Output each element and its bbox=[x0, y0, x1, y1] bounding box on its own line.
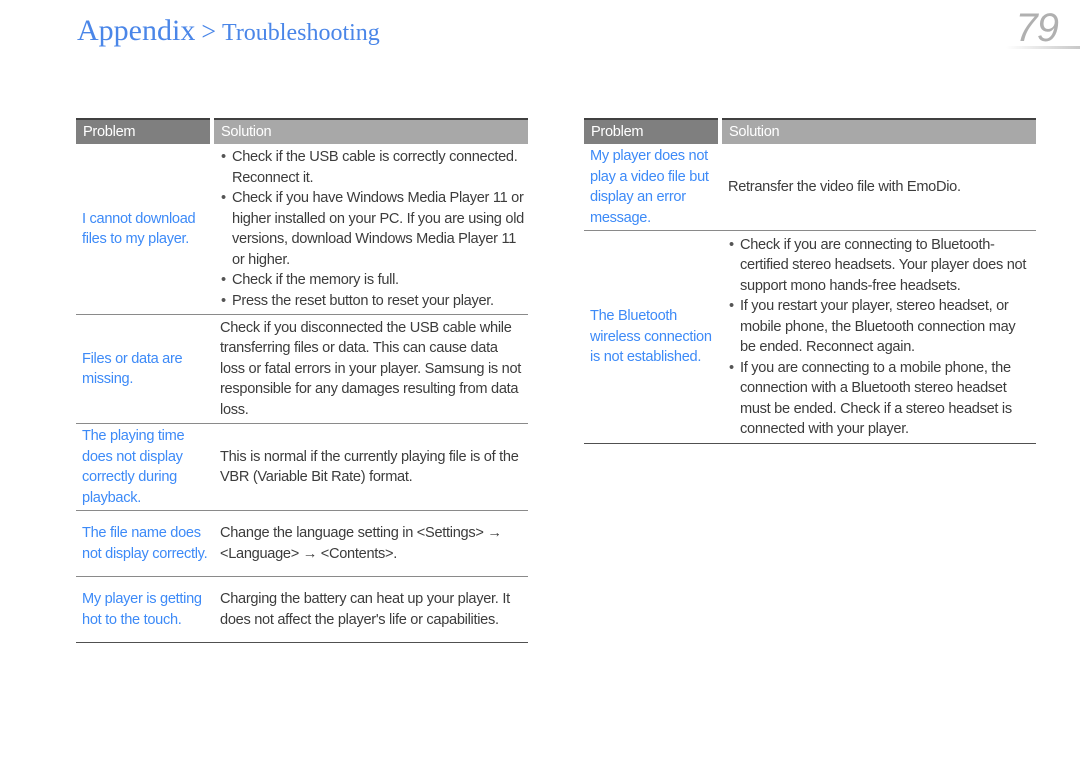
table-row: My player does not play a video file but… bbox=[584, 144, 1036, 231]
problem-cell: My player does not play a video file but… bbox=[584, 144, 720, 231]
subsection-title: Troubleshooting bbox=[222, 20, 380, 46]
solution-bullets: Check if you are connecting to Bluetooth… bbox=[728, 235, 1032, 440]
bullet-item: Check if you have Windows Media Player 1… bbox=[220, 188, 524, 270]
page-number-rule bbox=[1006, 46, 1080, 49]
solution-cell: Change the language setting in <Settings… bbox=[212, 510, 528, 577]
problem-cell: I cannot download files to my player. bbox=[76, 144, 212, 315]
bullet-item: If you are connecting to a mobile phone,… bbox=[728, 358, 1032, 440]
page-number: 79 bbox=[1015, 6, 1059, 50]
problem-cell: The Bluetooth wireless connection is not… bbox=[584, 230, 720, 444]
solution-cell: Check if the USB cable is correctly conn… bbox=[212, 144, 528, 315]
solution-bullets: Check if the USB cable is correctly conn… bbox=[220, 147, 524, 311]
problem-cell: My player is getting hot to the touch. bbox=[76, 576, 212, 643]
header-solution: Solution bbox=[212, 118, 528, 144]
troubleshooting-table-left: Problem Solution I cannot download files… bbox=[76, 118, 528, 643]
problem-cell: Files or data are missing. bbox=[76, 314, 212, 424]
problem-cell: The file name does not display correctly… bbox=[76, 510, 212, 577]
solution-cell: Check if you are connecting to Bluetooth… bbox=[720, 230, 1036, 444]
table-row: The Bluetooth wireless connection is not… bbox=[584, 230, 1036, 444]
page-title: Appendix > Troubleshooting bbox=[77, 14, 380, 48]
solution-cell: Retransfer the video file with EmoDio. bbox=[720, 144, 1036, 231]
table-row: The playing time does not display correc… bbox=[76, 423, 528, 511]
table-header-row: Problem Solution bbox=[76, 118, 528, 144]
troubleshooting-table-right: Problem Solution My player does not play… bbox=[584, 118, 1036, 444]
header-problem: Problem bbox=[76, 118, 214, 144]
table-header-row: Problem Solution bbox=[584, 118, 1036, 144]
bullet-item: Check if the memory is full. bbox=[220, 270, 524, 291]
table-row: Files or data are missing. Check if you … bbox=[76, 314, 528, 424]
table-row: My player is getting hot to the touch. C… bbox=[76, 576, 528, 643]
table-row: The file name does not display correctly… bbox=[76, 510, 528, 577]
solution-cell: This is normal if the currently playing … bbox=[212, 423, 528, 511]
bullet-item: If you restart your player, stereo heads… bbox=[728, 296, 1032, 358]
breadcrumb-separator: > bbox=[201, 17, 216, 46]
section-title: Appendix bbox=[77, 14, 196, 47]
bullet-item: Check if you are connecting to Bluetooth… bbox=[728, 235, 1032, 297]
bullet-item: Press the reset button to reset your pla… bbox=[220, 291, 524, 312]
problem-cell: The playing time does not display correc… bbox=[76, 423, 212, 511]
header-problem: Problem bbox=[584, 118, 722, 144]
solution-cell: Charging the battery can heat up your pl… bbox=[212, 576, 528, 643]
bullet-item: Check if the USB cable is correctly conn… bbox=[220, 147, 524, 188]
table-row: I cannot download files to my player. Ch… bbox=[76, 144, 528, 315]
solution-cell: Check if you disconnected the USB cable … bbox=[212, 314, 528, 424]
header-solution: Solution bbox=[720, 118, 1036, 144]
